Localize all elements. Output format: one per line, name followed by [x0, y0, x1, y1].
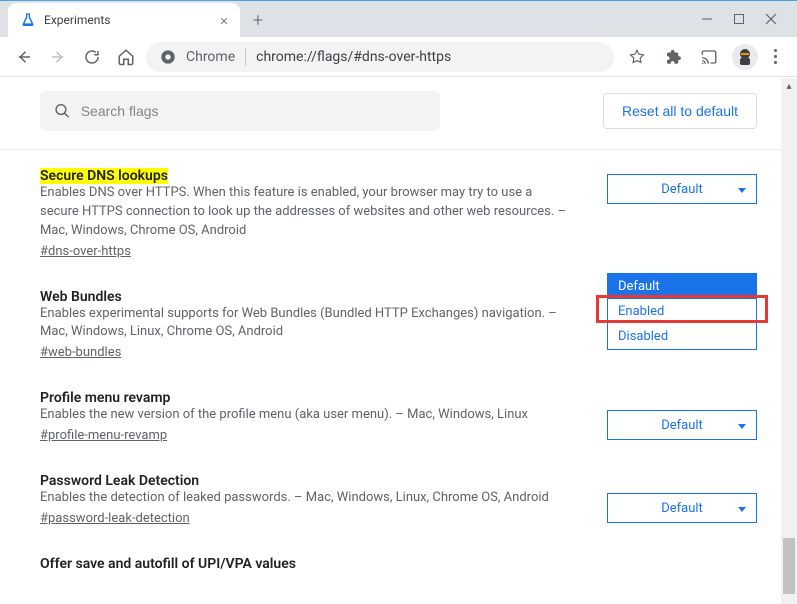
flag-description: Enables experimental supports for Web Bu…: [40, 305, 570, 343]
new-tab-button[interactable]: +: [244, 6, 272, 34]
flags-list: Secure DNS lookups Enables DNS over HTTP…: [0, 150, 797, 572]
flag-password-leak: Password Leak Detection Enables the dete…: [40, 473, 757, 526]
flag-secure-dns: Secure DNS lookups Enables DNS over HTTP…: [40, 168, 757, 259]
vertical-scrollbar[interactable]: ▴: [781, 78, 797, 604]
flag-hash-link[interactable]: #dns-over-https: [40, 244, 131, 259]
flag-select[interactable]: Default: [607, 174, 757, 204]
chrome-icon: [160, 49, 176, 65]
back-button[interactable]: [10, 43, 38, 71]
flag-upi-vpa: Offer save and autofill of UPI/VPA value…: [40, 556, 757, 572]
cast-icon[interactable]: [696, 44, 722, 70]
scroll-thumb[interactable]: [783, 538, 795, 594]
close-window-button[interactable]: [765, 13, 777, 29]
flag-title: Password Leak Detection: [40, 473, 199, 489]
flag-description: Enables DNS over HTTPS. When this featur…: [40, 184, 570, 241]
flag-title: Profile menu revamp: [40, 390, 170, 406]
flag-hash-link[interactable]: #web-bundles: [40, 345, 121, 360]
menu-button[interactable]: [768, 49, 783, 64]
flask-icon: [20, 12, 36, 28]
dropdown-option-default[interactable]: Default: [608, 274, 756, 299]
flag-hash-link[interactable]: #password-leak-detection: [40, 511, 190, 526]
scroll-up-button[interactable]: ▴: [781, 78, 797, 94]
flag-hash-link[interactable]: #profile-menu-revamp: [40, 428, 167, 443]
flag-title: Secure DNS lookups: [40, 168, 168, 184]
close-tab-icon[interactable]: ×: [220, 13, 228, 28]
flag-select-dropdown: Default Enabled Disabled: [607, 273, 757, 350]
flag-title: Web Bundles: [40, 289, 122, 305]
flag-description: Enables the new version of the profile m…: [40, 406, 570, 425]
flag-profile-menu: Profile menu revamp Enables the new vers…: [40, 390, 757, 443]
omnibox-label: Chrome: [186, 49, 235, 65]
maximize-button[interactable]: [733, 13, 745, 29]
search-input[interactable]: [81, 103, 426, 119]
flag-title: Offer save and autofill of UPI/VPA value…: [40, 556, 296, 572]
window-titlebar: Experiments × +: [0, 1, 797, 37]
reset-all-button[interactable]: Reset all to default: [603, 93, 757, 129]
tab-title: Experiments: [44, 13, 212, 27]
address-bar[interactable]: Chrome chrome://flags/#dns-over-https: [146, 42, 614, 72]
page-content: Reset all to default Secure DNS lookups …: [0, 77, 797, 603]
minimize-button[interactable]: [701, 13, 713, 29]
reload-button[interactable]: [78, 43, 106, 71]
window-controls: [701, 13, 789, 37]
dropdown-option-enabled[interactable]: Enabled: [608, 299, 756, 324]
browser-toolbar: Chrome chrome://flags/#dns-over-https: [0, 37, 797, 77]
home-button[interactable]: [112, 43, 140, 71]
profile-avatar[interactable]: [732, 44, 758, 70]
flags-header: Reset all to default: [0, 77, 797, 150]
forward-button[interactable]: [44, 43, 72, 71]
extensions-icon[interactable]: [660, 44, 686, 70]
omnibox-divider: [245, 48, 246, 66]
omnibox-url: chrome://flags/#dns-over-https: [256, 49, 451, 65]
search-icon: [54, 102, 71, 120]
bookmark-star-icon[interactable]: [624, 44, 650, 70]
dropdown-option-disabled[interactable]: Disabled: [608, 324, 756, 349]
browser-tab[interactable]: Experiments ×: [8, 3, 240, 37]
flag-select[interactable]: Default: [607, 493, 757, 523]
flag-select[interactable]: Default: [607, 410, 757, 440]
search-flags-box[interactable]: [40, 91, 440, 131]
flag-description: Enables the detection of leaked password…: [40, 489, 570, 508]
